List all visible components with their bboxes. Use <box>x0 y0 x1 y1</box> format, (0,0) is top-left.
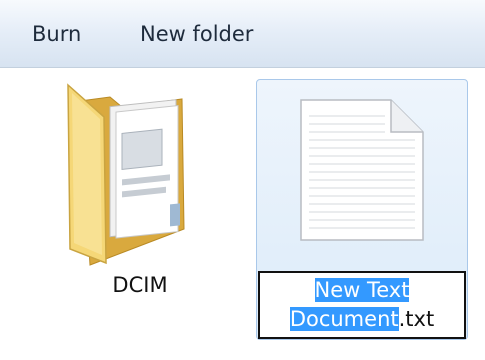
command-bar: Burn New folder <box>0 0 485 68</box>
folder-icon <box>67 83 185 266</box>
filename-extension: .txt <box>398 307 435 331</box>
file-list-area: DCIM New Text Document.txt <box>0 69 485 360</box>
filename-selected-part-1: New Text <box>314 278 410 302</box>
folder-item-dcim[interactable]: DCIM <box>38 69 228 360</box>
filename-selected-part-2: Document <box>289 307 399 331</box>
folder-name-label: DCIM <box>112 273 168 297</box>
burn-button[interactable]: Burn <box>32 0 81 68</box>
rename-field[interactable]: New Text Document.txt <box>258 271 466 339</box>
rename-line-2: Document.txt <box>260 305 464 334</box>
text-document-icon <box>300 99 424 241</box>
rename-line-1: New Text <box>260 276 464 305</box>
new-folder-button[interactable]: New folder <box>140 0 253 68</box>
